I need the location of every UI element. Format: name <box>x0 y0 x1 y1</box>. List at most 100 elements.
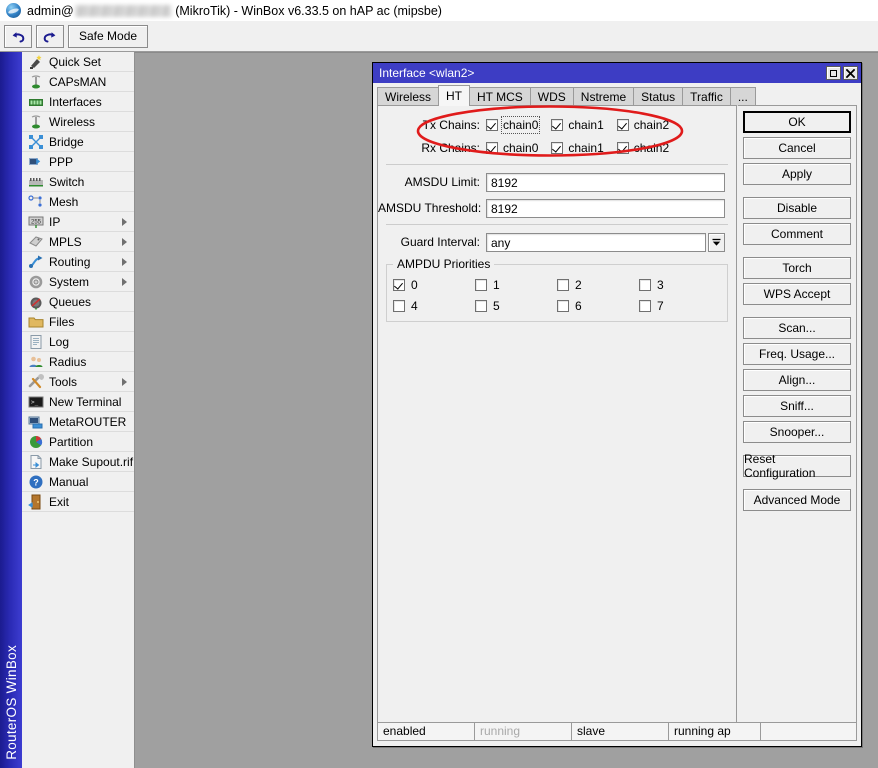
reset-configuration-button[interactable]: Reset Configuration <box>743 452 851 480</box>
ampdu-priority-5-checkbox[interactable] <box>475 300 487 312</box>
tab-[interactable]: ... <box>729 87 756 106</box>
tx-chains-chain1-checkbox[interactable] <box>551 119 564 131</box>
ampdu-priority-5[interactable]: 5 <box>475 299 557 313</box>
ppp-icon <box>28 154 44 170</box>
sidebar-item-exit[interactable]: Exit <box>22 492 134 512</box>
sidebar-item-routing[interactable]: Routing <box>22 252 134 272</box>
ampdu-priority-4-checkbox[interactable] <box>393 300 405 312</box>
torch-button[interactable]: Torch <box>743 257 851 279</box>
close-icon[interactable] <box>843 66 858 80</box>
sniff-button[interactable]: Sniff... <box>743 395 851 417</box>
rx-chains-option[interactable]: chain0 <box>486 141 551 155</box>
sidebar-item-label: Interfaces <box>49 94 102 109</box>
sidebar-item-label: Switch <box>49 174 85 189</box>
tx-chains-chain0-checkbox[interactable] <box>486 119 498 131</box>
ok-button[interactable]: OK <box>743 111 851 133</box>
rx-chains-chain1-checkbox[interactable] <box>551 142 564 154</box>
rx-chains-chain0-checkbox[interactable] <box>486 142 498 154</box>
tx-chains-chain2-checkbox[interactable] <box>616 119 629 131</box>
ampdu-priority-1-checkbox[interactable] <box>475 279 487 291</box>
tx-chains-option[interactable]: chain2 <box>616 118 682 132</box>
tab-traffic[interactable]: Traffic <box>682 87 731 106</box>
cancel-button[interactable]: Cancel <box>743 137 851 159</box>
tx-chains-option[interactable]: chain0 <box>486 116 551 134</box>
advanced-mode-button[interactable]: Advanced Mode <box>743 489 851 511</box>
ampdu-priority-1[interactable]: 1 <box>475 278 557 292</box>
guard-interval-row: Guard Interval: any <box>378 232 736 252</box>
ampdu-priority-6[interactable]: 6 <box>557 299 639 313</box>
sidebar-item-log[interactable]: Log <box>22 332 134 352</box>
apply-button[interactable]: Apply <box>743 163 851 185</box>
chevron-down-icon[interactable] <box>708 232 725 252</box>
maximize-icon[interactable] <box>826 66 841 80</box>
sidebar-item-bridge[interactable]: Bridge <box>22 132 134 152</box>
freq-usage-button[interactable]: Freq. Usage... <box>743 343 851 365</box>
rx-chains-row: Rx Chains: chain0 chain1 chain2 <box>378 138 736 158</box>
sidebar-item-files[interactable]: Files <box>22 312 134 332</box>
align-button[interactable]: Align... <box>743 369 851 391</box>
sidebar-item-ppp[interactable]: PPP <box>22 152 134 172</box>
sidebar-item-system[interactable]: System <box>22 272 134 292</box>
ampdu-priority-7[interactable]: 7 <box>639 299 721 313</box>
sidebar-item-ip[interactable]: 255 IP <box>22 212 134 232</box>
sidebar-item-switch[interactable]: Switch <box>22 172 134 192</box>
main-toolbar: Safe Mode <box>0 21 878 52</box>
scan-button[interactable]: Scan... <box>743 317 851 339</box>
tx-chains-chain2-label: chain2 <box>633 118 670 132</box>
tab-wireless[interactable]: Wireless <box>377 87 440 106</box>
metarouter-icon <box>28 414 44 430</box>
sidebar-item-wireless[interactable]: Wireless <box>22 112 134 132</box>
button-group-spacer <box>743 189 851 197</box>
rx-chains-option[interactable]: chain1 <box>551 141 616 155</box>
wps-accept-button[interactable]: WPS Accept <box>743 283 851 305</box>
guard-interval-control: any <box>486 232 725 252</box>
guard-interval-input[interactable]: any <box>486 232 706 252</box>
sidebar-item-queues[interactable]: Queues <box>22 292 134 312</box>
ampdu-priority-6-label: 6 <box>575 299 582 313</box>
sidebar-item-new-terminal[interactable]: >_ New Terminal <box>22 392 134 412</box>
safe-mode-button[interactable]: Safe Mode <box>68 24 149 48</box>
sidebar-item-label: Radius <box>49 354 87 369</box>
sidebar-item-quick-set[interactable]: Quick Set <box>22 52 134 72</box>
ampdu-priority-0-checkbox[interactable] <box>393 279 405 291</box>
ampdu-priority-2[interactable]: 2 <box>557 278 639 292</box>
redo-arrow-icon[interactable] <box>36 24 64 48</box>
sidebar-item-metarouter[interactable]: MetaROUTER <box>22 412 134 432</box>
sidebar-item-capsman[interactable]: CAPsMAN <box>22 72 134 92</box>
tab-status[interactable]: Status <box>633 87 684 106</box>
tab-ht-mcs[interactable]: HT MCS <box>469 87 531 106</box>
sidebar-item-make-supout-rif[interactable]: Make Supout.rif <box>22 452 134 472</box>
sidebar-item-mesh[interactable]: Mesh <box>22 192 134 212</box>
amsdu-limit-input[interactable]: 8192 <box>486 172 725 192</box>
tab-wds[interactable]: WDS <box>529 87 574 106</box>
rx-chains-options: chain0 chain1 chain2 <box>486 141 682 155</box>
ampdu-priority-7-checkbox[interactable] <box>639 300 651 312</box>
rx-chains-chain2-checkbox[interactable] <box>616 142 629 154</box>
submenu-arrow-icon <box>122 217 127 226</box>
undo-arrow-icon[interactable] <box>4 24 32 48</box>
ampdu-priority-6-checkbox[interactable] <box>557 300 569 312</box>
snooper-button[interactable]: Snooper... <box>743 421 851 443</box>
sidebar-item-interfaces[interactable]: Interfaces <box>22 92 134 112</box>
ampdu-priority-3-checkbox[interactable] <box>639 279 651 291</box>
ampdu-priority-5-label: 5 <box>493 299 500 313</box>
amsdu-threshold-input[interactable]: 8192 <box>486 198 725 218</box>
disable-button[interactable]: Disable <box>743 197 851 219</box>
ampdu-priority-2-checkbox[interactable] <box>557 279 569 291</box>
tx-chains-label: Tx Chains: <box>422 118 480 132</box>
button-group-spacer <box>743 481 851 489</box>
ampdu-priority-3[interactable]: 3 <box>639 278 721 292</box>
comment-button[interactable]: Comment <box>743 223 851 245</box>
tab-ht[interactable]: HT <box>438 85 471 106</box>
sidebar-item-tools[interactable]: Tools <box>22 372 134 392</box>
ampdu-priority-4[interactable]: 4 <box>393 299 475 313</box>
submenu-arrow-icon <box>122 237 127 246</box>
ampdu-priority-0[interactable]: 0 <box>393 278 475 292</box>
tab-nstreme[interactable]: Nstreme <box>572 87 635 106</box>
tx-chains-option[interactable]: chain1 <box>551 118 616 132</box>
sidebar-item-radius[interactable]: Radius <box>22 352 134 372</box>
rx-chains-option[interactable]: chain2 <box>616 141 682 155</box>
sidebar-item-manual[interactable]: ? Manual <box>22 472 134 492</box>
sidebar-item-mpls[interactable]: MPLS <box>22 232 134 252</box>
sidebar-item-partition[interactable]: Partition <box>22 432 134 452</box>
